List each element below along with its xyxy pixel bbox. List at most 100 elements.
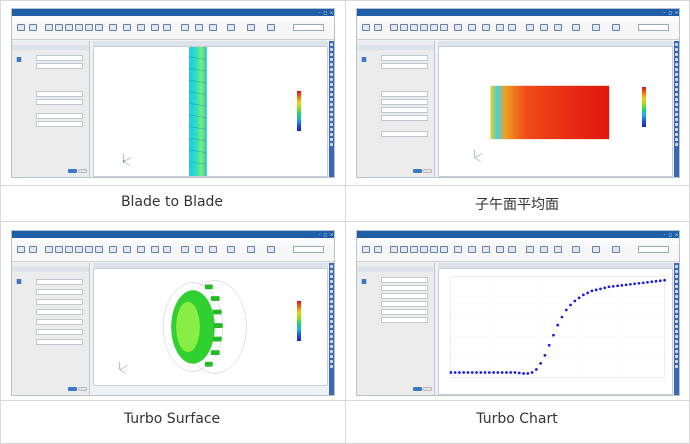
ribbon-button[interactable] [180, 246, 189, 258]
maximize-icon[interactable]: □ [323, 232, 328, 237]
ribbon-button[interactable] [266, 24, 275, 36]
ribbon-button[interactable] [194, 246, 203, 258]
close-icon[interactable]: × [674, 232, 679, 237]
ribbon-button[interactable] [481, 246, 490, 258]
render-viewport[interactable] [92, 268, 328, 386]
ribbon-button[interactable] [507, 246, 516, 258]
ribbon-button[interactable] [150, 24, 159, 36]
property-field[interactable] [381, 309, 429, 315]
maximize-icon[interactable]: □ [323, 10, 328, 15]
property-field[interactable] [381, 91, 429, 97]
ribbon-button[interactable] [54, 246, 63, 258]
property-field[interactable] [36, 91, 84, 97]
ribbon-button[interactable] [84, 246, 93, 258]
panel-tab-active[interactable]: ​ [362, 57, 367, 62]
property-field[interactable] [36, 289, 84, 295]
ribbon-button[interactable] [122, 246, 131, 258]
ribbon-button[interactable] [16, 246, 25, 258]
ribbon-button[interactable] [226, 246, 235, 258]
ribbon-button[interactable] [94, 246, 103, 258]
cancel-button[interactable] [78, 387, 88, 391]
ribbon-button[interactable] [373, 24, 382, 36]
property-field[interactable] [36, 339, 84, 345]
apply-button[interactable] [68, 169, 78, 173]
property-field[interactable] [36, 99, 84, 105]
ribbon-button[interactable] [246, 246, 255, 258]
close-icon[interactable]: × [329, 10, 334, 15]
render-viewport[interactable] [437, 46, 673, 177]
panel-tab-active[interactable]: ​ [17, 57, 22, 62]
cancel-button[interactable] [78, 169, 88, 173]
ribbon-button[interactable] [429, 24, 438, 36]
ribbon-button[interactable] [162, 24, 171, 36]
property-field[interactable] [381, 63, 429, 69]
ribbon-button[interactable] [611, 246, 620, 258]
ribbon-button[interactable] [453, 24, 462, 36]
property-field[interactable] [36, 319, 84, 325]
ribbon-button[interactable] [439, 246, 448, 258]
ribbon-button[interactable] [453, 246, 462, 258]
minimize-icon[interactable]: – [662, 232, 667, 237]
ribbon-button[interactable] [84, 24, 93, 36]
ribbon-button[interactable] [208, 24, 217, 36]
ribbon-button[interactable] [507, 24, 516, 36]
chart-viewport[interactable] [437, 268, 673, 395]
close-icon[interactable]: × [329, 232, 334, 237]
ribbon-button[interactable] [429, 246, 438, 258]
ribbon-button[interactable] [122, 24, 131, 36]
ribbon-button[interactable] [28, 246, 37, 258]
ribbon-button[interactable] [467, 24, 476, 36]
maximize-icon[interactable]: □ [668, 10, 673, 15]
ribbon-button[interactable] [16, 24, 25, 36]
ribbon-button[interactable] [54, 24, 63, 36]
ribbon-button[interactable] [180, 24, 189, 36]
property-field[interactable] [381, 55, 429, 61]
ribbon-button[interactable] [467, 246, 476, 258]
ribbon-button[interactable] [373, 246, 382, 258]
panel-tab-active[interactable]: ​ [362, 279, 367, 284]
ribbon-button[interactable] [74, 246, 83, 258]
ribbon-button[interactable] [611, 24, 620, 36]
property-field[interactable] [381, 131, 429, 137]
property-field[interactable] [381, 317, 429, 323]
ribbon-button[interactable] [108, 246, 117, 258]
property-field[interactable] [381, 293, 429, 299]
ribbon-button[interactable] [399, 246, 408, 258]
toolbar-combo[interactable] [638, 24, 669, 31]
property-field[interactable] [36, 299, 84, 305]
ribbon-button[interactable] [495, 246, 504, 258]
property-field[interactable] [381, 107, 429, 113]
property-field[interactable] [381, 115, 429, 121]
cancel-button[interactable] [423, 169, 433, 173]
property-field[interactable] [36, 121, 84, 127]
ribbon-button[interactable] [74, 24, 83, 36]
apply-button[interactable] [413, 387, 423, 391]
ribbon-button[interactable] [409, 246, 418, 258]
property-field[interactable] [36, 63, 84, 69]
ribbon-button[interactable] [226, 24, 235, 36]
ribbon-button[interactable] [94, 24, 103, 36]
ribbon-button[interactable] [399, 24, 408, 36]
ribbon-button[interactable] [64, 246, 73, 258]
property-field[interactable] [36, 309, 84, 315]
ribbon-button[interactable] [194, 24, 203, 36]
ribbon-button[interactable] [361, 24, 370, 36]
ribbon-button[interactable] [361, 246, 370, 258]
ribbon-button[interactable] [495, 24, 504, 36]
property-field[interactable] [381, 285, 429, 291]
ribbon-button[interactable] [553, 24, 562, 36]
ribbon-button[interactable] [246, 24, 255, 36]
cancel-button[interactable] [423, 387, 433, 391]
ribbon-button[interactable] [44, 246, 53, 258]
ribbon-button[interactable] [409, 24, 418, 36]
minimize-icon[interactable]: – [317, 10, 322, 15]
ribbon-button[interactable] [419, 24, 428, 36]
ribbon-button[interactable] [389, 246, 398, 258]
ribbon-button[interactable] [591, 24, 600, 36]
ribbon-button[interactable] [439, 24, 448, 36]
ribbon-button[interactable] [136, 246, 145, 258]
ribbon-button[interactable] [525, 246, 534, 258]
ribbon-button[interactable] [553, 246, 562, 258]
panel-tab-active[interactable]: ​ [17, 279, 22, 284]
property-field[interactable] [36, 329, 84, 335]
